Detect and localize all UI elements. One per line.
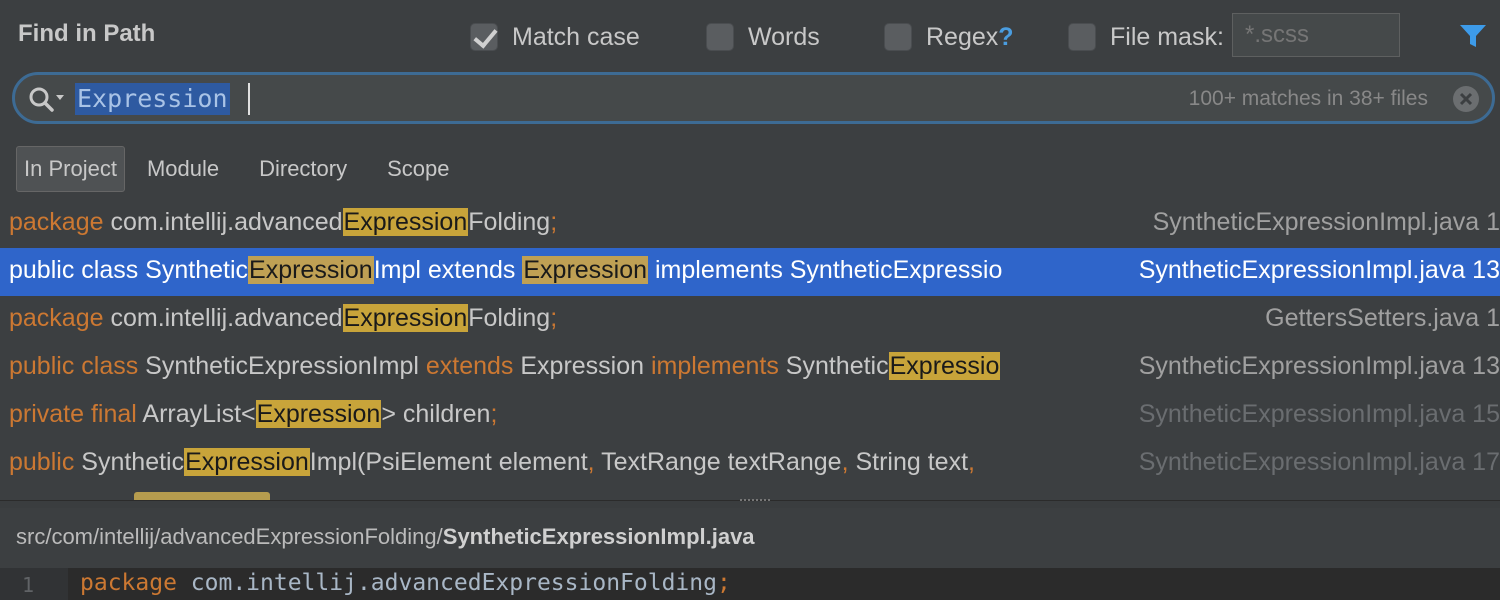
code-token: Synthetic [785, 352, 889, 380]
scope-tabs: In Project Module Directory Scope [16, 145, 482, 192]
words-option[interactable]: Words [706, 22, 820, 52]
code-token: SyntheticExpressionImpl [145, 352, 426, 380]
result-code: private final ArrayList<Expression> chil… [9, 400, 1104, 429]
result-code: public SyntheticExpressionImpl(PsiElemen… [9, 448, 1104, 477]
result-code: package com.intellij.advancedExpressionF… [9, 304, 1104, 333]
preview-path-prefix: src/com/intellij/advancedExpressionFoldi… [16, 524, 443, 549]
code-token: public class [9, 352, 146, 380]
dialog-title: Find in Path [18, 20, 156, 47]
preview-file-name: SyntheticExpressionImpl.java [442, 524, 755, 549]
result-file: SyntheticExpressionImpl.java 17 [1138, 448, 1500, 476]
match-case-option[interactable]: Match case [470, 22, 640, 52]
result-file: SyntheticExpressionImpl.java 13 [1138, 256, 1500, 284]
code-token: Impl(PsiElement element [309, 448, 588, 476]
editor-text: com.intellij.advancedExpressionFolding [176, 570, 717, 596]
result-file: GettersSetters.java 1 [1265, 304, 1500, 332]
code-token: ; [550, 304, 558, 332]
match-count: 100+ matches in 38+ files [1188, 87, 1428, 110]
code-token: com.intellij.advanced [110, 208, 343, 236]
result-code: public class SyntheticExpressionImpl ext… [9, 352, 1104, 381]
code-token: Synthetic [145, 256, 249, 284]
code-token: package [9, 304, 111, 332]
regex-help-link[interactable]: ? [998, 23, 1013, 52]
code-token: extends [425, 352, 521, 380]
match-case-checkbox[interactable] [470, 23, 498, 51]
text-caret [248, 83, 250, 115]
code-token: Impl extends [373, 256, 523, 284]
code-token: > children [381, 400, 491, 428]
code-token: private final [9, 400, 143, 428]
search-input[interactable]: Expression [75, 83, 230, 115]
tab-directory[interactable]: Directory [251, 148, 355, 190]
editor-keyword: package [80, 570, 177, 596]
preview-editor[interactable]: 1 package com.intellij.advancedExpressio… [0, 568, 1500, 600]
filter-icon[interactable] [1458, 22, 1488, 50]
search-icon[interactable] [27, 85, 67, 113]
code-token: public [9, 448, 82, 476]
code-token: , [841, 448, 856, 476]
regex-label: Regex [926, 22, 999, 51]
regex-option[interactable]: Regex? [884, 22, 1014, 52]
code-token: Folding [468, 208, 551, 236]
result-row[interactable]: public SyntheticExpressionImpl(PsiElemen… [0, 440, 1500, 488]
code-token: package [9, 208, 111, 236]
code-token: ArrayList< [142, 400, 256, 428]
code-token: implements [651, 352, 786, 380]
editor-punctuation: ; [716, 570, 731, 596]
match-highlight: Expression [522, 256, 649, 284]
result-row[interactable]: public class SyntheticExpressionImpl ext… [0, 248, 1500, 296]
words-checkbox[interactable] [706, 23, 734, 51]
code-token: , [968, 448, 975, 476]
code-token: implements SyntheticExpressio [648, 256, 1003, 284]
line-number: 1 [0, 568, 68, 600]
preview-path: src/com/intellij/advancedExpressionFoldi… [0, 508, 1500, 568]
result-code: package com.intellij.advancedExpressionF… [9, 208, 1104, 237]
code-token: TextRange textRange [601, 448, 842, 476]
tab-module[interactable]: Module [139, 148, 227, 190]
code-token: Folding [468, 304, 551, 332]
editor-line[interactable]: package com.intellij.advancedExpressionF… [80, 570, 731, 596]
code-token: com.intellij.advanced [110, 304, 343, 332]
code-token: , [587, 448, 602, 476]
result-row[interactable]: package com.intellij.advancedExpressionF… [0, 296, 1500, 344]
file-mask-checkbox[interactable] [1068, 23, 1096, 51]
code-token: Synthetic [81, 448, 185, 476]
results-list: package com.intellij.advancedExpressionF… [0, 200, 1500, 500]
splitter-grip[interactable] [740, 499, 770, 503]
match-highlight: Expression [342, 208, 469, 236]
match-highlight: Expression [248, 256, 374, 284]
match-highlight: Expression [342, 304, 469, 332]
code-token: public class [9, 256, 146, 284]
result-file: SyntheticExpressionImpl.java 1 [1152, 208, 1500, 236]
file-mask-option[interactable]: File mask: [1068, 22, 1224, 52]
match-highlight: Expression [255, 400, 382, 428]
result-file: SyntheticExpressionImpl.java 15 [1138, 400, 1500, 428]
result-code: public class SyntheticExpressionImpl ext… [9, 256, 1104, 285]
match-case-label: Match case [512, 22, 640, 51]
clear-icon[interactable] [1452, 85, 1480, 113]
code-token: String text [855, 448, 969, 476]
tab-scope[interactable]: Scope [379, 148, 457, 190]
code-token: ; [490, 400, 498, 428]
code-token: Expression [520, 352, 651, 380]
result-file: SyntheticExpressionImpl.java 13 [1138, 352, 1500, 380]
file-mask-label: File mask: [1110, 22, 1224, 51]
dialog-header: Find in Path Match case Words Regex? Fil… [0, 0, 1500, 70]
code-token: ; [550, 208, 558, 236]
match-highlight: Expressio [888, 352, 1001, 380]
words-label: Words [748, 22, 820, 51]
search-field[interactable]: Expression 100+ matches in 38+ files [12, 72, 1495, 124]
regex-checkbox[interactable] [884, 23, 912, 51]
result-row[interactable]: private final ArrayList<Expression> chil… [0, 392, 1500, 440]
tab-in-project[interactable]: In Project [16, 145, 125, 192]
file-mask-input[interactable] [1232, 13, 1400, 57]
result-row[interactable]: package com.intellij.advancedExpressionF… [0, 200, 1500, 248]
result-row[interactable]: public class SyntheticExpressionImpl ext… [0, 344, 1500, 392]
match-highlight: Expression [184, 448, 310, 476]
